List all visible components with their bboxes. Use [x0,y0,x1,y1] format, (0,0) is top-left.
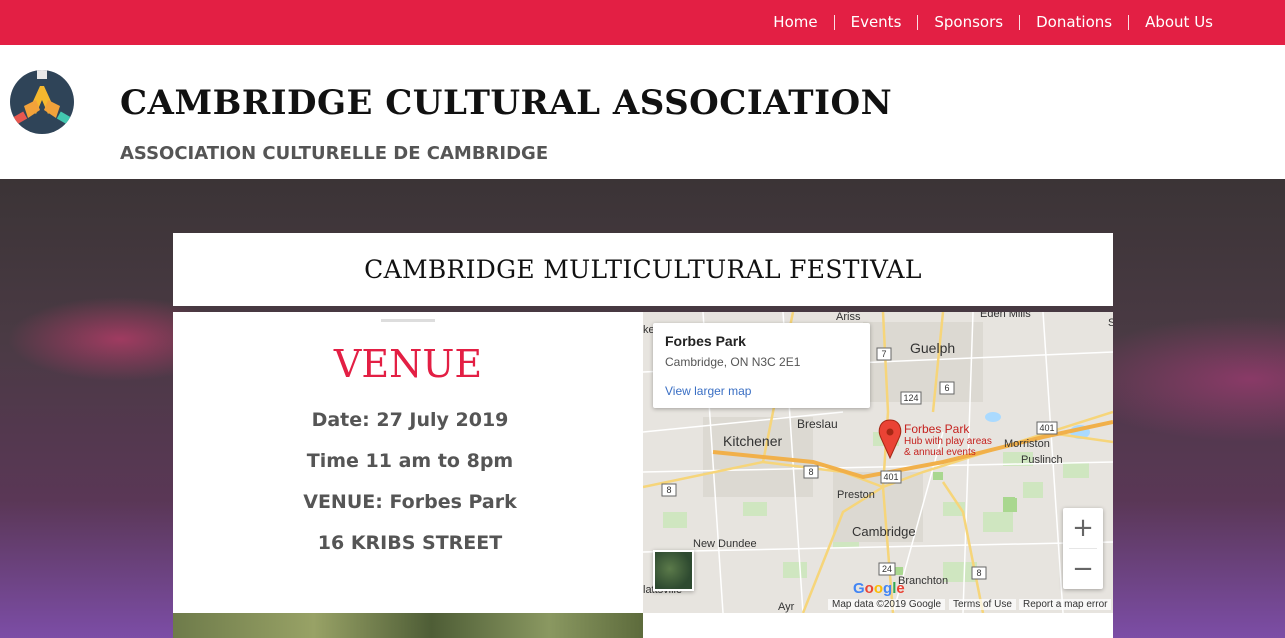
satellite-toggle[interactable] [653,550,694,591]
event-time: Time 11 am to 8pm [306,450,514,472]
zoom-in-button[interactable]: + [1063,508,1103,548]
top-nav-bar: Home Events Sponsors Donations About Us [0,0,1285,45]
terms-of-use-link[interactable]: Terms of Use [949,599,1016,610]
view-larger-map-link[interactable]: View larger map [665,384,751,398]
venue-panel: VENUE Date: 27 July 2019 Time 11 am to 8… [173,312,643,613]
event-venue: VENUE: Forbes Park [303,491,517,513]
map-label-kitchener: Kitchener [723,433,783,449]
map-label-puslinch: Puslinch [1021,454,1063,466]
pin-desc-line-1: Hub with play areas [904,436,992,447]
svg-text:8: 8 [666,485,671,495]
map-label-new-dundee: New Dundee [693,538,757,550]
event-title-card: CAMBRIDGE MULTICULTURAL FESTIVAL [173,233,1113,306]
nav-home[interactable]: Home [757,15,833,30]
map-label-branchton: Branchton [898,575,949,587]
svg-text:24: 24 [882,564,892,574]
map-label-morriston: Morriston [1004,438,1050,450]
nav-sponsors[interactable]: Sponsors [917,15,1019,30]
nav-about-us[interactable]: About Us [1128,15,1229,30]
panel-tab-handle [381,319,435,322]
svg-text:401: 401 [1039,423,1054,433]
zoom-controls: + − [1063,508,1103,589]
svg-text:6: 6 [944,383,949,393]
map-pin-icon [878,419,902,460]
info-place-title: Forbes Park [665,333,746,349]
svg-text:8: 8 [808,467,813,477]
map-label-eden-mills: Eden Mills [980,312,1031,320]
map-label-ariss: Ariss [836,312,861,323]
map-label-cambridge: Cambridge [852,524,916,539]
report-map-error-link[interactable]: Report a map error [1019,599,1112,610]
svg-text:7: 7 [881,349,886,359]
main-nav: Home Events Sponsors Donations About Us [757,0,1229,45]
map-label-preston: Preston [837,489,875,501]
map-label-ayr: Ayr [778,601,795,613]
site-title[interactable]: CAMBRIDGE CULTURAL ASSOCIATION [120,83,892,123]
nav-donations[interactable]: Donations [1019,15,1128,30]
event-title: CAMBRIDGE MULTICULTURAL FESTIVAL [364,255,922,284]
svg-text:8: 8 [976,568,981,578]
pin-desc-line-2: & annual events [904,447,976,458]
event-date: Date: 27 July 2019 [311,409,509,431]
info-place-address: Cambridge, ON N3C 2E1 [665,355,801,369]
site-subtitle: ASSOCIATION CULTURELLE DE CAMBRIDGE [120,143,549,164]
zoom-out-button[interactable]: − [1063,549,1103,589]
svg-text:401: 401 [883,472,898,482]
site-header: CAMBRIDGE CULTURAL ASSOCIATION ASSOCIATI… [0,45,1285,179]
event-photo [173,613,643,638]
nav-events[interactable]: Events [833,15,918,30]
map-label-edge: S [1108,317,1113,329]
map-info-box: Forbes Park Cambridge, ON N3C 2E1 View l… [653,323,870,408]
venue-heading: VENUE [333,342,483,386]
embedded-map[interactable]: 7 6 124 401 401 8 8 24 8 Ariss Eden Mill… [643,312,1113,613]
map-data-attribution: Map data ©2019 Google [828,599,946,610]
svg-text:124: 124 [903,393,918,403]
google-logo[interactable]: Google [853,580,905,597]
map-label-breslau: Breslau [797,417,838,431]
map-label-guelph: Guelph [910,340,956,356]
hands-logo-icon[interactable] [10,70,74,134]
content-panel [643,613,1113,638]
pin-title[interactable]: Forbes Park [904,422,969,436]
event-address: 16 KRIBS STREET [317,532,503,554]
